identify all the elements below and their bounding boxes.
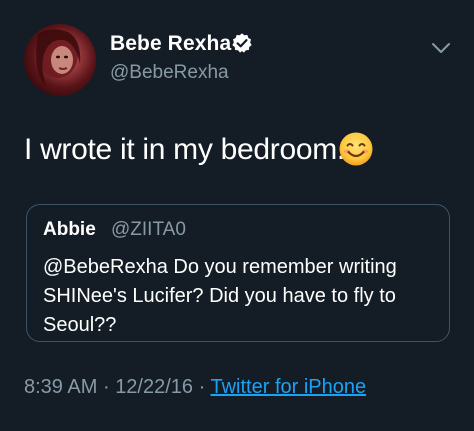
quoted-tweet[interactable]: Abbie @ZIITA0 @BebeRexha Do you remember… (26, 204, 450, 342)
verified-badge-icon (232, 33, 252, 53)
tweet-time: 8:39 AM (24, 376, 98, 398)
avatar[interactable] (24, 24, 96, 96)
tweet-source-link[interactable]: Twitter for iPhone (210, 376, 366, 398)
quoted-user-handle: @ZIITA0 (111, 219, 186, 240)
user-handle[interactable]: @BebeRexha (110, 62, 229, 84)
smiling-face-icon (339, 132, 373, 166)
quoted-display-name: Abbie (43, 219, 96, 240)
display-name[interactable]: Bebe Rexha (110, 32, 231, 56)
quoted-tweet-text: @BebeRexha Do you remember writing SHINe… (43, 256, 397, 336)
meta-separator: · (102, 376, 110, 398)
tweet-date: 12/22/16 (115, 376, 194, 398)
tweet-text: I wrote it in my bedroom. (24, 133, 345, 166)
meta-separator: · (198, 376, 206, 398)
avatar-image (36, 29, 81, 86)
tweet-metadata: 8:39 AM · 12/22/16 · Twitter for iPhone (24, 376, 366, 399)
chevron-down-icon[interactable] (430, 40, 452, 56)
